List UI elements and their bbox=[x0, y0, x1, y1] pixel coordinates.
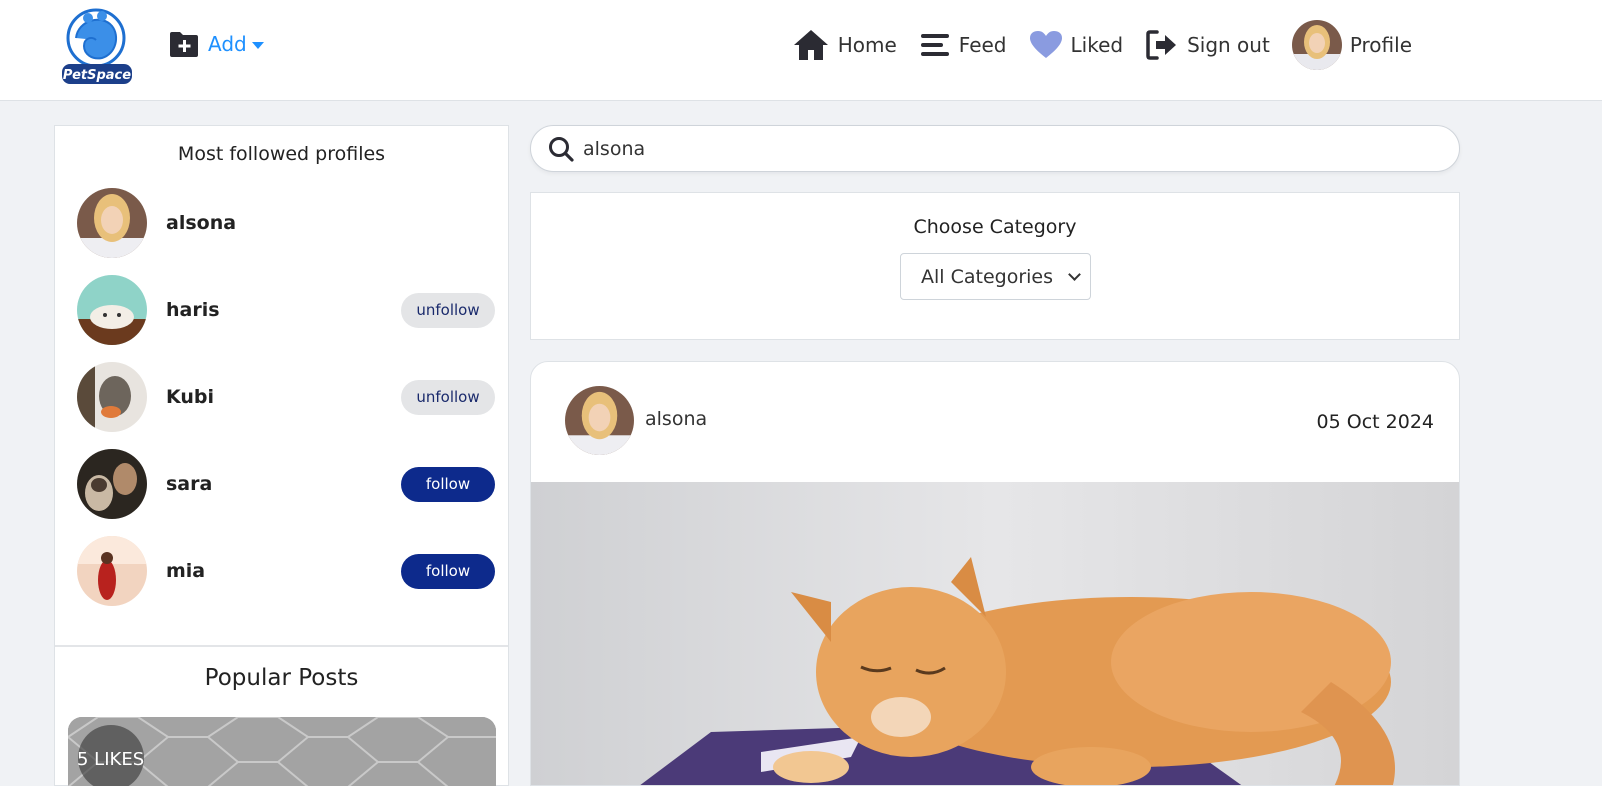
avatar bbox=[77, 275, 147, 345]
add-folder-icon bbox=[170, 32, 198, 57]
nav-profile-label: Profile bbox=[1349, 33, 1412, 57]
caret-down-icon bbox=[251, 41, 264, 49]
nav-home[interactable]: Home bbox=[792, 20, 897, 70]
profile-name: mia bbox=[166, 560, 206, 582]
avatar bbox=[77, 362, 147, 432]
search-bar[interactable] bbox=[530, 125, 1460, 172]
post-image[interactable] bbox=[531, 482, 1460, 786]
popular-posts-title: Popular Posts bbox=[204, 665, 359, 691]
unfollow-button[interactable]: unfollow bbox=[401, 292, 495, 328]
follow-button[interactable]: follow bbox=[401, 466, 495, 502]
search-input[interactable] bbox=[583, 137, 1423, 160]
profile-row-alsona[interactable]: alsona bbox=[77, 188, 495, 258]
profile-name: sara bbox=[166, 473, 213, 495]
nav-profile[interactable]: Profile bbox=[1291, 20, 1412, 70]
avatar bbox=[77, 188, 147, 258]
popular-post-card[interactable]: 5 LIKES bbox=[68, 717, 496, 786]
profile-name: alsona bbox=[166, 212, 237, 234]
category-title: Choose Category bbox=[913, 216, 1077, 238]
search-icon bbox=[549, 136, 574, 162]
post-date: 05 Oct 2024 bbox=[1316, 411, 1434, 433]
profile-name: haris bbox=[166, 299, 220, 321]
unfollow-button[interactable]: unfollow bbox=[401, 379, 495, 415]
divider bbox=[55, 645, 508, 647]
chevron-down-icon bbox=[1068, 267, 1081, 281]
nav-feed[interactable]: Feed bbox=[919, 20, 1007, 70]
nav-links: Home Feed Liked Sign out Profile bbox=[792, 20, 1412, 70]
sign-out-icon bbox=[1146, 30, 1177, 60]
nav-sign-out-label: Sign out bbox=[1187, 33, 1270, 57]
category-selected-value: All Categories bbox=[921, 265, 1054, 288]
profile-row-mia[interactable]: mia follow bbox=[77, 536, 495, 606]
navbar: PetSpace Add Home Feed Liked Sign out Pr… bbox=[0, 0, 1602, 101]
add-dropdown[interactable]: Add bbox=[168, 30, 264, 58]
likes-count: 5 LIKES bbox=[77, 749, 145, 770]
follow-button[interactable]: follow bbox=[401, 553, 495, 589]
add-label: Add bbox=[208, 32, 247, 56]
feed-icon bbox=[920, 34, 949, 56]
home-icon bbox=[793, 30, 828, 60]
post-card: alsona 05 Oct 2024 bbox=[530, 361, 1460, 786]
profile-name: Kubi bbox=[166, 386, 215, 408]
post-author[interactable]: alsona bbox=[645, 408, 707, 430]
nav-liked[interactable]: Liked bbox=[1029, 20, 1124, 70]
avatar bbox=[77, 536, 147, 606]
profile-row-kubi[interactable]: Kubi unfollow bbox=[77, 362, 495, 432]
nav-feed-label: Feed bbox=[958, 33, 1007, 57]
nav-home-label: Home bbox=[837, 33, 897, 57]
avatar bbox=[77, 449, 147, 519]
profile-row-sara[interactable]: sara follow bbox=[77, 449, 495, 519]
avatar bbox=[1291, 20, 1342, 70]
petspace-logo[interactable]: PetSpace bbox=[62, 8, 134, 86]
svg-text:PetSpace: PetSpace bbox=[63, 68, 131, 83]
heart-icon bbox=[1029, 31, 1062, 58]
profile-row-haris[interactable]: haris unfollow bbox=[77, 275, 495, 345]
avatar[interactable] bbox=[565, 386, 634, 455]
category-panel: Choose Category All Categories bbox=[530, 192, 1460, 340]
nav-liked-label: Liked bbox=[1070, 33, 1124, 57]
sidebar: Most followed profiles alsona haris unfo… bbox=[54, 125, 509, 786]
nav-sign-out[interactable]: Sign out bbox=[1145, 20, 1270, 70]
most-followed-title: Most followed profiles bbox=[177, 143, 386, 165]
category-select[interactable]: All Categories bbox=[900, 253, 1091, 300]
